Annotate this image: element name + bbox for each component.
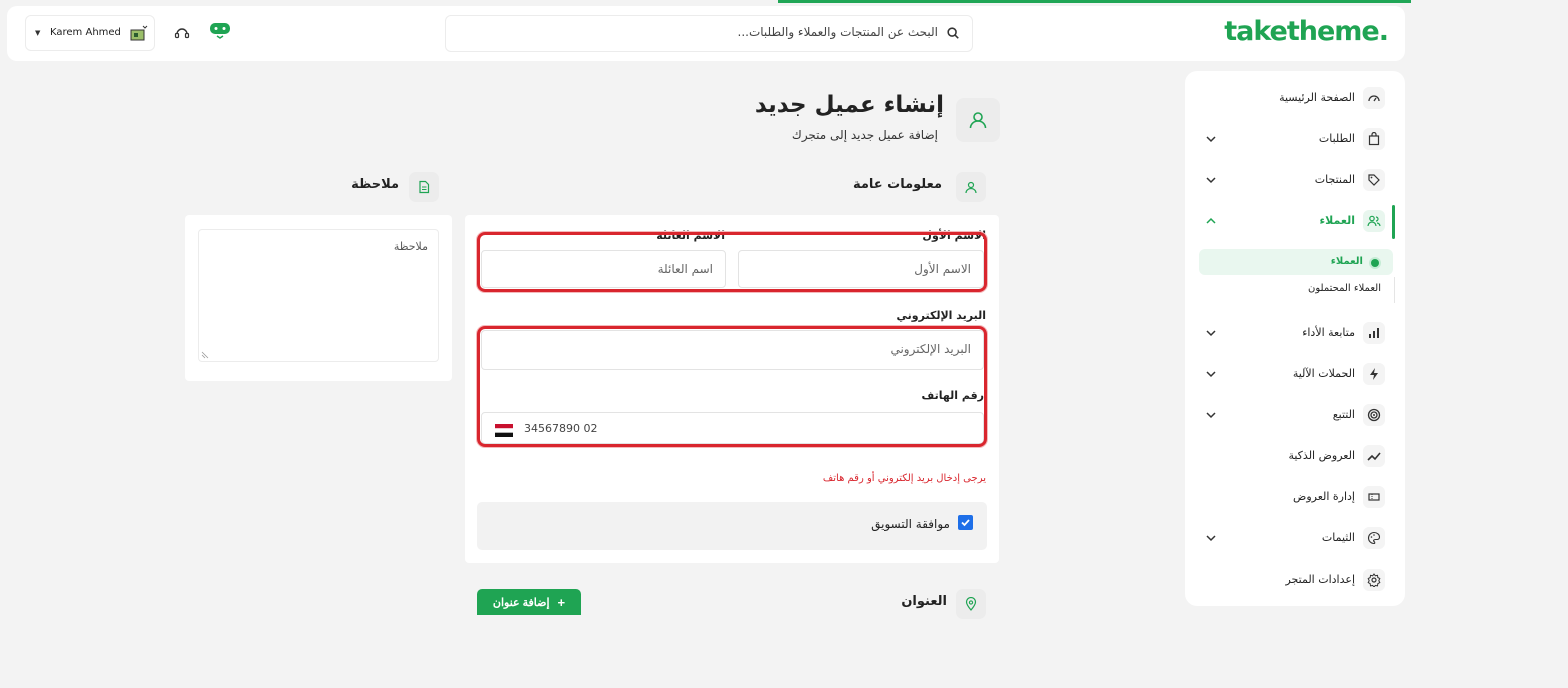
sidebar: الصفحة الرئيسية الطلبات المنتجات العملاء… [1185,71,1405,606]
note-placeholder: ملاحظة [393,240,428,253]
search-placeholder: البحث عن المنتجات والعملاء والطلبات... [737,25,939,39]
sidebar-subitem-label: العملاء [1330,256,1363,267]
name-fields-highlight [477,232,987,292]
settings-icon [1363,569,1385,591]
bolt-icon [1363,363,1385,385]
user-icon [956,172,986,202]
sidebar-item-label: المنتجات [1314,173,1355,186]
sidebar-item-label: العروض الذكية [1288,449,1355,462]
contact-fields-highlight [477,326,987,447]
chevron-down-icon [1206,330,1216,337]
plus-icon: + [557,594,566,610]
user-name: Karem Ahmed [50,27,121,38]
chevron-up-icon [1206,217,1216,224]
sidebar-item-label: متابعة الأداء [1302,326,1355,339]
document-icon [409,172,439,202]
user-icon [956,98,1000,142]
marketing-consent-label: موافقة التسويق [871,517,950,531]
sidebar-item-label: الحملات الآلية [1292,367,1355,380]
error-message: يرجى إدخال بريد إلكتروني أو رقم هاتف [822,473,986,484]
note-textarea[interactable]: ملاحظة [198,229,439,362]
store-icon [130,25,148,41]
page-subtitle: إضافة عميل جديد إلى متجرك [791,128,938,142]
sidebar-item-automations[interactable]: الحملات الآلية [1185,357,1405,391]
users-icon [1363,210,1385,232]
add-address-label: إضافة عنوان [492,596,550,609]
sidebar-item-smart-offers[interactable]: العروض الذكية [1185,439,1405,473]
dashboard-icon [1363,87,1385,109]
chevron-down-icon [1206,371,1216,378]
sidebar-subitem-leads[interactable]: العملاء المحتملون [1308,283,1381,294]
page-title: إنشاء عميل جديد [754,92,944,118]
sidebar-item-offers-management[interactable]: إدارة العروض [1185,480,1405,514]
chevron-down-icon [1206,177,1216,184]
loading-progress-bar [778,0,1411,3]
user-menu-button[interactable]: ▼ Karem Ahmed [25,15,155,51]
sidebar-item-label: التتبع [1332,408,1355,421]
divider [1394,277,1395,303]
resize-handle-icon[interactable] [201,351,209,359]
bag-icon [1363,128,1385,150]
palette-icon [1363,527,1385,549]
location-pin-icon [956,589,986,619]
email-label: البريد الإلكتروني [896,309,986,322]
chevron-down-icon [1206,412,1216,419]
logo[interactable]: taketheme. [1224,16,1389,47]
search-icon [947,27,959,39]
headset-icon[interactable] [173,24,191,42]
sidebar-subitem-customers[interactable] [1199,249,1393,275]
sidebar-item-label: العملاء [1319,214,1355,227]
sidebar-item-home[interactable]: الصفحة الرئيسية [1185,81,1405,115]
sidebar-item-orders[interactable]: الطلبات [1185,122,1405,156]
ticket-icon [1363,486,1385,508]
sidebar-item-store-settings[interactable]: إعدادات المتجر [1185,563,1405,597]
sidebar-item-tracking[interactable]: التتبع [1185,398,1405,432]
chevron-down-icon [1206,535,1216,542]
sidebar-item-label: الصفحة الرئيسية [1279,91,1355,104]
sidebar-item-customers[interactable]: العملاء [1185,204,1405,238]
tag-icon [1363,169,1385,191]
sidebar-item-label: إعدادات المتجر [1285,573,1355,586]
general-section-title: معلومات عامة [852,177,942,192]
sidebar-item-themes[interactable]: الثيمات [1185,521,1405,555]
sidebar-item-products[interactable]: المنتجات [1185,163,1405,197]
active-dot-icon [1371,259,1379,267]
target-icon [1363,404,1385,426]
promo-icon[interactable] [209,21,231,39]
sidebar-item-label: الثيمات [1321,531,1355,544]
marketing-consent-checkbox[interactable] [958,515,973,530]
sidebar-item-performance[interactable]: متابعة الأداء [1185,316,1405,350]
marketing-consent-box: موافقة التسويق [477,502,987,550]
caret-down-icon: ▼ [35,29,41,37]
bar-chart-icon [1363,322,1385,344]
add-address-button[interactable]: + إضافة عنوان [477,589,581,615]
address-section-title: العنوان [901,594,947,609]
search-input[interactable]: البحث عن المنتجات والعملاء والطلبات... [445,15,973,52]
chevron-down-icon [1206,136,1216,143]
sidebar-item-label: إدارة العروض [1293,490,1355,503]
note-section-title: ملاحظة [351,177,399,192]
trend-icon [1363,445,1385,467]
sidebar-item-label: الطلبات [1318,132,1355,145]
active-indicator [1392,205,1395,239]
